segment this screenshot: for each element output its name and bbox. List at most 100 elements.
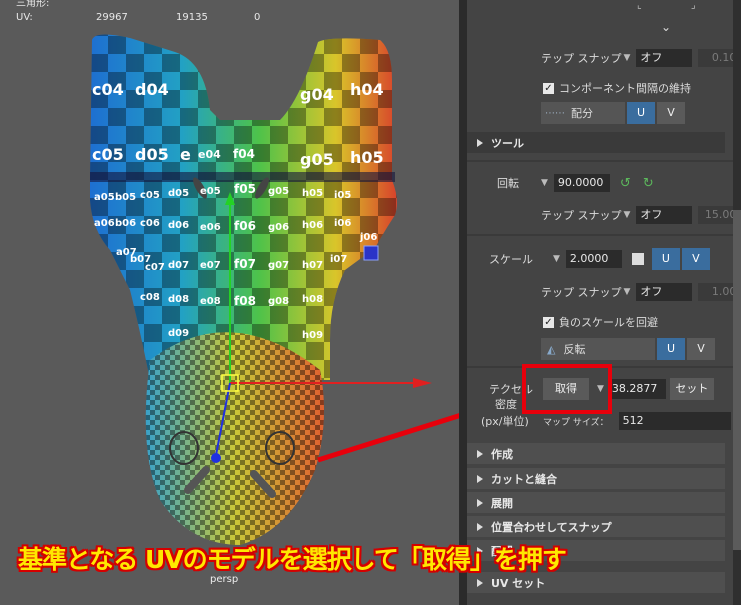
section-align-snap[interactable]: 位置合わせしてスナップ	[467, 516, 725, 537]
scrollbar-thumb[interactable]	[733, 210, 741, 550]
distribute-v-button[interactable]: V	[657, 102, 685, 124]
checker-label: e07	[200, 260, 221, 271]
scale-label: スケール	[489, 253, 533, 266]
panel-divider[interactable]	[459, 0, 467, 605]
section-create[interactable]: 作成	[467, 443, 725, 464]
checker-label: f04	[233, 147, 255, 161]
checkbox-checked-icon[interactable]: ✓	[543, 316, 554, 328]
expand-arrow-icon	[477, 449, 483, 458]
tools-section-title: ツール	[491, 136, 524, 150]
checker-label: i06	[334, 218, 351, 229]
keep-spacing-label: コンポーネント間隔の維持	[559, 82, 691, 95]
distribute-u-button[interactable]: U	[627, 102, 655, 124]
tape-snap-label: テップ スナップ	[541, 52, 622, 65]
chevron-down-icon[interactable]: ▼	[624, 287, 631, 297]
tape-snap-label: テップ スナップ	[541, 286, 622, 299]
chevron-down-icon[interactable]: ▼	[624, 210, 631, 220]
snap-mode-select[interactable]: オフ	[636, 206, 693, 224]
rotate-value-field[interactable]: 90.0000	[553, 174, 610, 192]
checker-label: j06	[359, 232, 377, 243]
checker-label: c04	[92, 80, 124, 99]
chevron-down-icon[interactable]: ▼	[553, 254, 560, 264]
snap-mode-select[interactable]: オフ	[636, 49, 693, 67]
flip-button[interactable]: ◭ 反転	[541, 338, 655, 360]
tape-snap-label: テップ スナップ	[541, 209, 622, 222]
scale-v-button[interactable]: V	[681, 248, 710, 270]
map-size-row: マップ サイズ： 512	[543, 412, 731, 430]
separator	[467, 160, 733, 162]
tape-snap-row-3: テップ スナップ ▼ オフ 1.00	[541, 283, 741, 301]
section-title: カットと縫合	[491, 472, 557, 486]
gizmo-x-arrow[interactable]	[413, 378, 432, 388]
chevron-down-icon[interactable]: ▼	[624, 53, 631, 63]
map-size-label: マップ サイズ：	[543, 417, 609, 428]
section-cut-sew[interactable]: カットと縫合	[467, 468, 725, 489]
checker-label: c08	[140, 292, 160, 303]
checker-label: c07	[145, 262, 165, 273]
avoid-negative-row[interactable]: ✓ 負のスケールを回避	[543, 314, 658, 330]
map-size-field[interactable]: 512	[618, 412, 731, 430]
nudge-arrows[interactable]: ⌞ ⌄ ⌟	[633, 0, 696, 40]
distribute-label: 配分	[571, 107, 593, 120]
section-unfold[interactable]: 展開	[467, 492, 725, 513]
scale-uniform-icon[interactable]	[631, 253, 644, 265]
section-title: UV セット	[491, 576, 546, 590]
snap-mode-select[interactable]: オフ	[636, 283, 693, 301]
manipulator-handle[interactable]	[363, 245, 379, 261]
checker-label: h09	[302, 330, 323, 341]
tools-section-header[interactable]: ツール	[467, 132, 725, 153]
checker-label: a06	[94, 218, 115, 229]
checker-label: g04	[300, 85, 334, 104]
scale-row: スケール ▼ 2.0000 U V	[489, 248, 710, 270]
checker-label: d08	[168, 294, 189, 305]
checker-label: e	[180, 145, 191, 164]
nudge-right-icon[interactable]: ⌟	[691, 0, 696, 11]
nudge-down-icon[interactable]: ⌄	[661, 20, 671, 34]
scale-u-button[interactable]: U	[651, 248, 680, 270]
gizmo-z-handle[interactable]	[211, 453, 221, 463]
flip-v-button[interactable]: V	[687, 338, 715, 360]
expand-arrow-icon	[477, 498, 483, 507]
checker-label: h04	[350, 80, 384, 99]
checker-label: d09	[168, 328, 189, 339]
keep-spacing-row[interactable]: ✓ コンポーネント間隔の維持	[543, 80, 691, 96]
mask-model[interactable]: c04 d04 g04 h04 c05 d05 e e04 f04 g05 h0…	[0, 0, 459, 605]
checker-label: g05	[268, 186, 289, 197]
checker-label: d05	[135, 145, 169, 164]
distribute-button[interactable]: ⋯⋯ 配分	[541, 102, 625, 124]
checker-label: h06	[302, 220, 323, 231]
uv-toolkit-panel: ⌞ ⌄ ⌟ テップ スナップ ▼ オフ 0.10 ✓ コンポーネント間隔の維持 …	[467, 0, 741, 605]
checker-label: h05	[350, 148, 384, 167]
checker-label: d07	[168, 260, 189, 271]
section-title: 位置合わせしてスナップ	[491, 520, 612, 534]
rotate-row: 回転 ▼ 90.0000 ↺ ↻	[497, 174, 654, 192]
annotation-caption: 基準となる UVのモデルを選択して「取得」を押す	[18, 545, 567, 574]
checker-label: e06	[200, 222, 221, 233]
checker-label: f05	[234, 182, 256, 196]
chevron-down-icon[interactable]: ▼	[541, 178, 548, 188]
checker-label: d04	[135, 80, 169, 99]
set-button[interactable]: セット	[669, 378, 714, 400]
checkbox-checked-icon[interactable]: ✓	[543, 82, 554, 94]
checker-label: h05	[302, 188, 323, 199]
checker-label: e08	[200, 296, 221, 307]
checker-label: g06	[268, 222, 289, 233]
texel-label-line2: 密度	[495, 398, 517, 411]
checker-label: g07	[268, 260, 289, 271]
checker-label: f08	[234, 294, 256, 308]
section-title: 展開	[491, 496, 513, 510]
scale-value-field[interactable]: 2.0000	[565, 250, 622, 268]
rotate-ccw-icon[interactable]: ↺	[620, 176, 631, 191]
checker-label: b06	[115, 218, 136, 229]
rotate-cw-icon[interactable]: ↻	[643, 176, 654, 191]
3d-viewport[interactable]: 三角形: UV: 29967 19135 0 c04 d04 g04 h04 c…	[0, 0, 459, 605]
expand-arrow-icon	[477, 522, 483, 531]
flip-u-button[interactable]: U	[657, 338, 685, 360]
panel-scrollbar[interactable]	[733, 0, 741, 605]
nudge-left-icon[interactable]: ⌞	[637, 0, 642, 11]
texel-value-field[interactable]: 38.2877	[607, 379, 666, 399]
checker-label: h08	[302, 294, 323, 305]
checker-label: a05	[94, 192, 115, 203]
tape-snap-row-2: テップ スナップ ▼ オフ 15.00	[541, 206, 741, 224]
section-title: 作成	[491, 447, 513, 461]
